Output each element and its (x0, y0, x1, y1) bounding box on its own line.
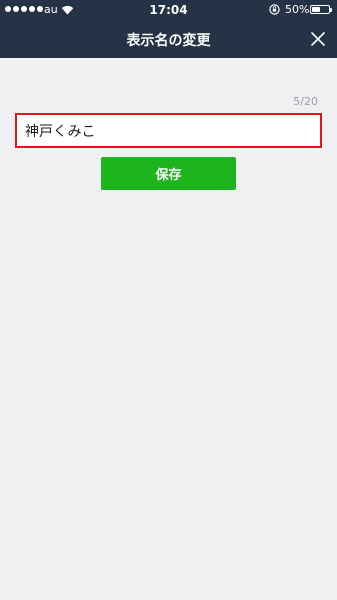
battery-icon (310, 5, 330, 14)
display-name-input[interactable] (15, 113, 322, 148)
screen: au 17:04 50% 表示名の変更 5/20 保存 (0, 0, 337, 600)
nav-bar: 表示名の変更 (0, 20, 337, 58)
close-icon[interactable] (308, 29, 328, 49)
header: au 17:04 50% 表示名の変更 (0, 0, 337, 58)
battery-percent: 50% (285, 3, 310, 16)
battery-tip (330, 8, 332, 12)
page-title: 表示名の変更 (126, 33, 211, 49)
character-counter: 5/20 (293, 95, 318, 108)
save-button[interactable]: 保存 (101, 157, 236, 190)
rotation-lock-icon (269, 4, 280, 15)
status-bar: au 17:04 50% (0, 0, 337, 20)
